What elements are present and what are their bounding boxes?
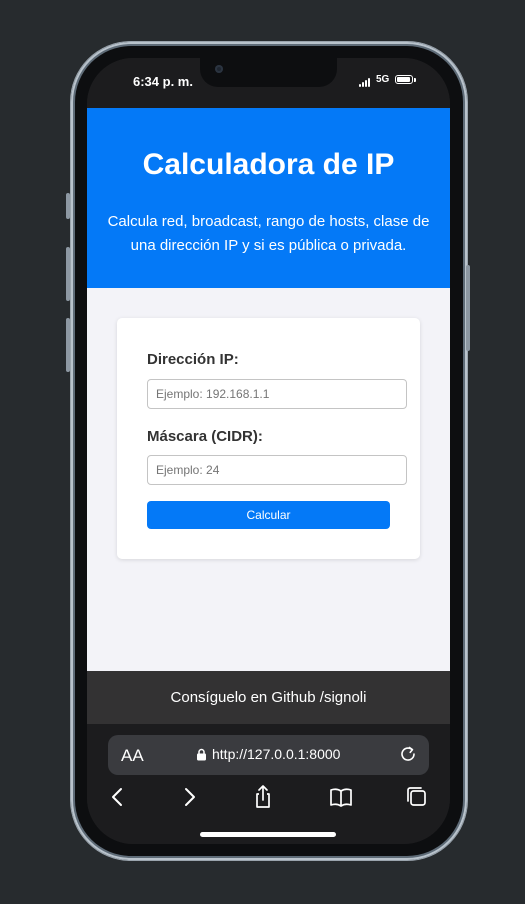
camera-icon: [215, 65, 223, 73]
power-button: [466, 265, 470, 351]
status-time: 6:34 p. m.: [133, 74, 193, 89]
dynamic-notch: [200, 58, 337, 87]
web-content: Calculadora de IP Calcula red, broadcast…: [87, 108, 450, 671]
action-button: [66, 193, 70, 219]
share-icon[interactable]: [250, 784, 276, 810]
ip-label: Dirección IP:: [147, 351, 239, 368]
address-bar[interactable]: AA http://127.0.0.1:8000: [108, 735, 429, 775]
text-size-button[interactable]: AA: [121, 746, 144, 766]
battery-icon: [395, 75, 413, 84]
text-size-label: AA: [121, 746, 144, 765]
battery-tip: [414, 78, 416, 82]
mask-label: Máscara (CIDR):: [147, 428, 263, 445]
lock-icon: [197, 748, 206, 761]
reload-icon[interactable]: [397, 743, 419, 765]
page-title: Calculadora de IP: [142, 148, 395, 181]
url-text[interactable]: http://127.0.0.1:8000: [212, 746, 340, 762]
github-link[interactable]: Consíguelo en Github /signoli: [171, 689, 367, 706]
volume-down-button: [66, 318, 70, 372]
phone-screen: 6:34 p. m. 5G Calculadora de IP Calcula …: [87, 58, 450, 844]
status-bar: 6:34 p. m. 5G: [87, 58, 450, 108]
tabs-icon[interactable]: [404, 784, 430, 810]
page-header: Calculadora de IP Calcula red, broadcast…: [87, 108, 450, 288]
mask-input[interactable]: [147, 455, 407, 485]
volume-up-button: [66, 247, 70, 301]
ip-input[interactable]: [147, 379, 407, 409]
page-footer: Consíguelo en Github /signoli: [87, 671, 450, 724]
page-description: Calcula red, broadcast, rango de hosts, …: [107, 213, 430, 254]
signal-icon: [359, 78, 373, 87]
ip-form-card: Dirección IP: Máscara (CIDR): Calcular: [117, 318, 420, 559]
forward-icon[interactable]: [176, 784, 202, 810]
network-type: 5G: [376, 74, 390, 85]
back-icon[interactable]: [105, 784, 131, 810]
bookmarks-icon[interactable]: [328, 784, 354, 810]
browser-chrome: AA http://127.0.0.1:8000: [87, 724, 450, 844]
calculate-button[interactable]: Calcular: [147, 501, 390, 529]
home-indicator: [200, 832, 336, 837]
